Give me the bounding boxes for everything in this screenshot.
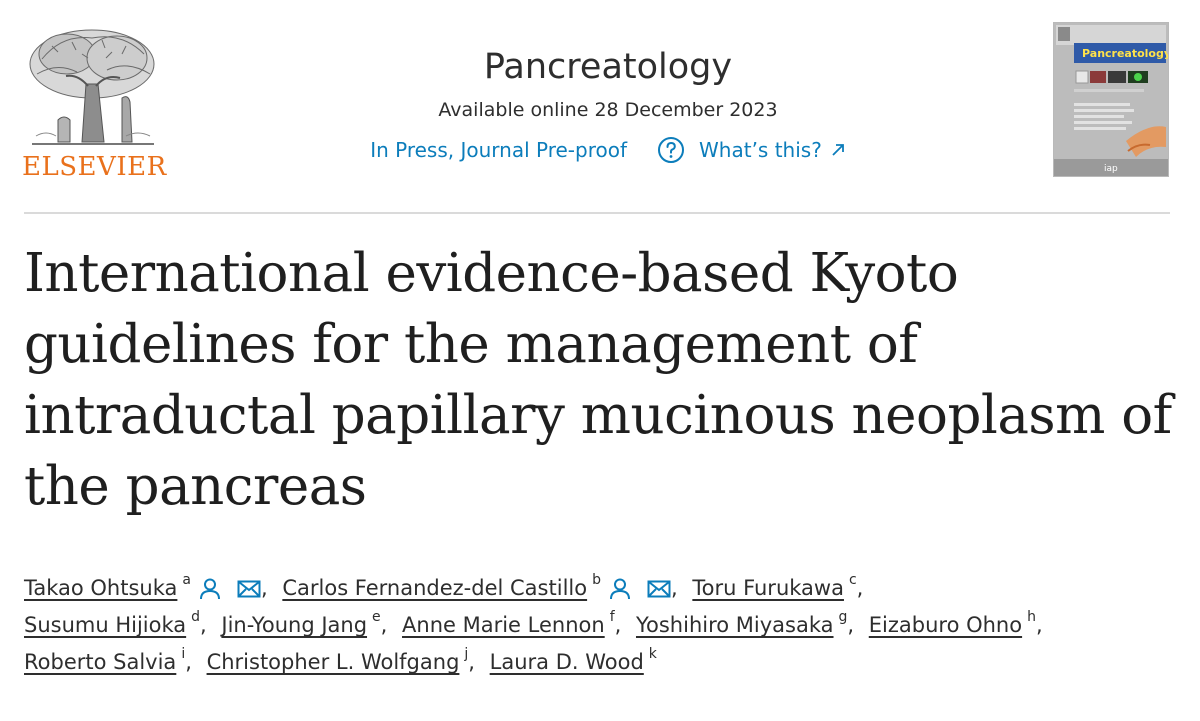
author-link[interactable]: Yoshihiro Miyasaka g (636, 607, 847, 644)
title-line: the pancreas (24, 456, 367, 517)
press-status-row: In Press, Journal Pre-proof What’s this? (300, 136, 916, 164)
author-link[interactable]: Carlos Fernandez-del Castillo b (282, 570, 601, 607)
affiliation-marker: h (1027, 609, 1036, 625)
affiliation-marker: d (191, 609, 201, 625)
author-name: Roberto Salvia (24, 650, 177, 674)
cover-title: Pancreatology (1082, 47, 1168, 60)
journal-pre-proof-link[interactable]: In Press, Journal Pre-proof (370, 136, 627, 164)
author-name: Yoshihiro Miyasaka (635, 613, 834, 637)
title-line: guidelines for the management of (24, 314, 918, 375)
whats-this-link[interactable]: What’s this? (699, 136, 846, 164)
author-separator: , (670, 576, 685, 600)
cover-society-logo: iap (1104, 164, 1118, 174)
author-separator: , (1035, 613, 1043, 637)
author-name: Toru Furukawa (692, 576, 844, 600)
author-separator: , (847, 613, 861, 637)
author-name: Laura D. Wood (489, 650, 644, 674)
person-icon[interactable] (199, 577, 221, 601)
author-name: Eizaburo Ohno (868, 613, 1023, 637)
author-separator: , (260, 576, 275, 600)
journal-cover-image[interactable]: Pancreatology iap (1053, 22, 1171, 177)
author-link[interactable]: Jin-Young Jang e (221, 607, 380, 644)
title-line: intraductal papillary mucinous neoplasm … (24, 385, 1172, 446)
author-link[interactable]: Laura D. Wood k (490, 644, 657, 681)
author-link[interactable]: Takao Ohtsuka a (24, 570, 191, 607)
author-name: Jin-Young Jang (221, 613, 368, 637)
article-header: ELSEVIER Pancreatology Available online … (0, 0, 1200, 214)
header-divider (24, 212, 1170, 214)
journal-name-link[interactable]: Pancreatology (300, 42, 916, 92)
author-name: Takao Ohtsuka (24, 576, 178, 600)
affiliation-marker: i (181, 646, 186, 662)
affiliation-marker: a (182, 572, 191, 588)
author-name: Susumu Hijioka (24, 613, 187, 637)
author-separator: , (185, 650, 199, 674)
author-name: Christopher L. Wolfgang (206, 650, 460, 674)
journal-info: Pancreatology Available online 28 Decemb… (300, 42, 916, 164)
author-separator: , (614, 613, 628, 637)
external-arrow-icon (830, 142, 846, 158)
author-link[interactable]: Susumu Hijioka d (24, 607, 200, 644)
author-separator: , (380, 613, 395, 637)
author-name: Anne Marie Lennon (402, 613, 605, 637)
article-title: International evidence-based Kyoto guide… (24, 238, 1184, 522)
author-line: Susumu Hijioka d , Jin-Young Jang e , An… (24, 607, 1184, 644)
author-link[interactable]: Eizaburo Ohno h (869, 607, 1036, 644)
affiliation-marker: j (464, 646, 469, 662)
affiliation-marker: f (609, 609, 615, 625)
affiliation-marker: e (372, 609, 381, 625)
affiliation-marker: g (838, 609, 848, 625)
tree-illustration (29, 29, 155, 145)
person-icon[interactable] (609, 577, 631, 601)
author-separator: , (200, 613, 214, 637)
question-circle-icon[interactable] (657, 136, 685, 164)
title-line: International evidence-based Kyoto (24, 243, 959, 304)
affiliation-marker: b (592, 572, 601, 588)
elsevier-wordmark: ELSEVIER (22, 152, 167, 182)
elsevier-logo[interactable]: ELSEVIER (22, 24, 167, 182)
affiliation-marker: k (648, 646, 657, 662)
author-separator: , (856, 576, 864, 600)
author-line: Roberto Salvia i , Christopher L. Wolfga… (24, 644, 1184, 681)
author-link[interactable]: Anne Marie Lennon f (402, 607, 615, 644)
author-name: Carlos Fernandez-del Castillo (282, 576, 588, 600)
author-link[interactable]: Christopher L. Wolfgang j (207, 644, 469, 681)
author-link[interactable]: Roberto Salvia i (24, 644, 185, 681)
whats-this-label: What’s this? (699, 138, 822, 162)
email-icon[interactable] (647, 580, 671, 598)
author-list: Takao Ohtsuka a , Carlos Fernandez-del C… (24, 570, 1184, 681)
email-icon[interactable] (237, 580, 261, 598)
affiliation-marker: c (848, 572, 857, 588)
author-separator: , (468, 650, 482, 674)
author-link[interactable]: Toru Furukawa c (692, 570, 856, 607)
availability-date: Available online 28 December 2023 (438, 99, 778, 121)
